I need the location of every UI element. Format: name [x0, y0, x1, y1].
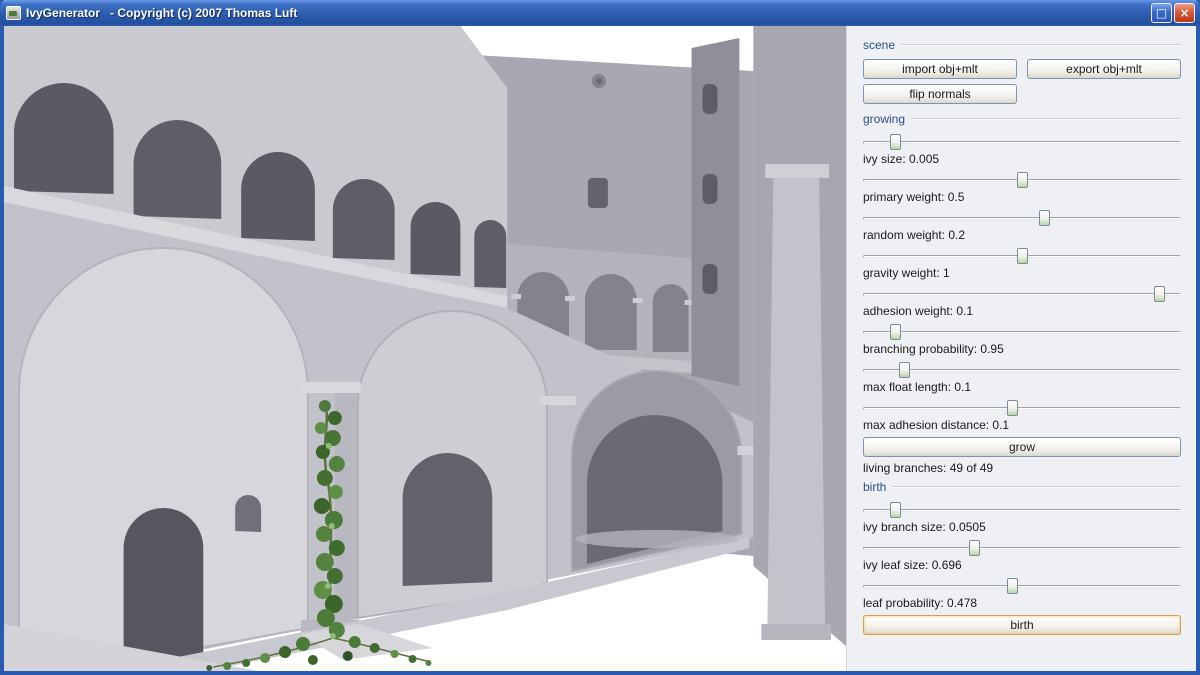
slider-track — [863, 369, 1181, 372]
window-title: IvyGenerator - Copyright (c) 2007 Thomas… — [26, 6, 1151, 20]
slider-handle[interactable] — [1017, 248, 1028, 264]
slider-track — [863, 331, 1181, 334]
scene-group-label: scene — [863, 38, 895, 52]
slider-handle[interactable] — [890, 502, 901, 518]
primary-weight-label: primary weight: 0.5 — [863, 190, 1181, 205]
adhesion-weight-label: adhesion weight: 0.1 — [863, 304, 1181, 319]
scene-group: scene import obj+mlt export obj+mlt flip… — [863, 38, 1181, 104]
random-weight-slider[interactable] — [863, 209, 1181, 226]
birth-button[interactable]: birth — [863, 615, 1181, 635]
param-gravity-weight: gravity weight: 1 — [863, 247, 1181, 281]
slider-track — [863, 585, 1181, 588]
slider-handle[interactable] — [1017, 172, 1028, 188]
app-icon — [6, 6, 21, 20]
param-max-adhesion-distance: max adhesion distance: 0.1 — [863, 399, 1181, 433]
birth-group: birth ivy branch size: 0.0505 ivy l — [863, 480, 1181, 635]
slider-track — [863, 141, 1181, 144]
param-ivy-branch-size: ivy branch size: 0.0505 — [863, 501, 1181, 535]
living-branches-status: living branches: 49 of 49 — [863, 460, 1181, 476]
ivy-branch-size-slider[interactable] — [863, 501, 1181, 518]
slider-track — [863, 217, 1181, 220]
ivy-branch-size-label: ivy branch size: 0.0505 — [863, 520, 1181, 535]
param-ivy-size: ivy size: 0.005 — [863, 133, 1181, 167]
close-button[interactable]: × — [1174, 3, 1195, 23]
birth-group-label: birth — [863, 480, 886, 494]
slider-handle[interactable] — [899, 362, 910, 378]
scene-group-header: scene — [863, 38, 1181, 52]
slider-handle[interactable] — [969, 540, 980, 556]
spacer — [1027, 84, 1181, 104]
leaf-probability-label: leaf probability: 0.478 — [863, 596, 1181, 611]
random-weight-label: random weight: 0.2 — [863, 228, 1181, 243]
growing-group-label: growing — [863, 112, 905, 126]
param-max-float-length: max float length: 0.1 — [863, 361, 1181, 395]
growing-group: growing ivy size: 0.005 primary wei — [863, 112, 1181, 476]
birth-group-header: birth — [863, 480, 1181, 494]
import-obj-button[interactable]: import obj+mlt — [863, 59, 1017, 79]
courtyard-scene — [4, 26, 846, 671]
ivy-size-slider[interactable] — [863, 133, 1181, 150]
ivy-leaf-size-label: ivy leaf size: 0.696 — [863, 558, 1181, 573]
slider-handle[interactable] — [1007, 400, 1018, 416]
group-divider-line — [901, 44, 1181, 46]
group-divider-line — [911, 118, 1181, 120]
param-branching-probability: branching probability: 0.95 — [863, 323, 1181, 357]
slider-handle[interactable] — [890, 324, 901, 340]
slider-track — [863, 293, 1181, 296]
slider-handle[interactable] — [1007, 578, 1018, 594]
primary-weight-slider[interactable] — [863, 171, 1181, 188]
param-random-weight: random weight: 0.2 — [863, 209, 1181, 243]
param-ivy-leaf-size: ivy leaf size: 0.696 — [863, 539, 1181, 573]
param-adhesion-weight: adhesion weight: 0.1 — [863, 285, 1181, 319]
slider-track — [863, 407, 1181, 410]
max-adhesion-distance-label: max adhesion distance: 0.1 — [863, 418, 1181, 433]
max-adhesion-distance-slider[interactable] — [863, 399, 1181, 416]
growing-group-header: growing — [863, 112, 1181, 126]
adhesion-weight-slider[interactable] — [863, 285, 1181, 302]
param-leaf-probability: leaf probability: 0.478 — [863, 577, 1181, 611]
slider-handle[interactable] — [890, 134, 901, 150]
tower-wall — [692, 38, 740, 386]
group-divider-line — [892, 486, 1181, 488]
leaf-probability-slider[interactable] — [863, 577, 1181, 594]
viewport-3d[interactable] — [4, 26, 846, 671]
title-bar[interactable]: IvyGenerator - Copyright (c) 2007 Thomas… — [0, 0, 1200, 26]
slider-handle[interactable] — [1039, 210, 1050, 226]
slider-track — [863, 509, 1181, 512]
maximize-button[interactable]: □ — [1151, 3, 1172, 23]
app-window: IvyGenerator - Copyright (c) 2007 Thomas… — [0, 0, 1200, 675]
flip-normals-button[interactable]: flip normals — [863, 84, 1017, 104]
grow-button[interactable]: grow — [863, 437, 1181, 457]
branching-probability-slider[interactable] — [863, 323, 1181, 340]
ivy-size-label: ivy size: 0.005 — [863, 152, 1181, 167]
gravity-weight-label: gravity weight: 1 — [863, 266, 1181, 281]
ivy-leaf-size-slider[interactable] — [863, 539, 1181, 556]
slider-handle[interactable] — [1154, 286, 1165, 302]
control-panel: scene import obj+mlt export obj+mlt flip… — [846, 26, 1196, 671]
export-obj-button[interactable]: export obj+mlt — [1027, 59, 1181, 79]
max-float-length-slider[interactable] — [863, 361, 1181, 378]
branching-probability-label: branching probability: 0.95 — [863, 342, 1181, 357]
param-primary-weight: primary weight: 0.5 — [863, 171, 1181, 205]
max-float-length-label: max float length: 0.1 — [863, 380, 1181, 395]
gravity-weight-slider[interactable] — [863, 247, 1181, 264]
slider-track — [863, 547, 1181, 550]
right-wall — [753, 26, 846, 646]
